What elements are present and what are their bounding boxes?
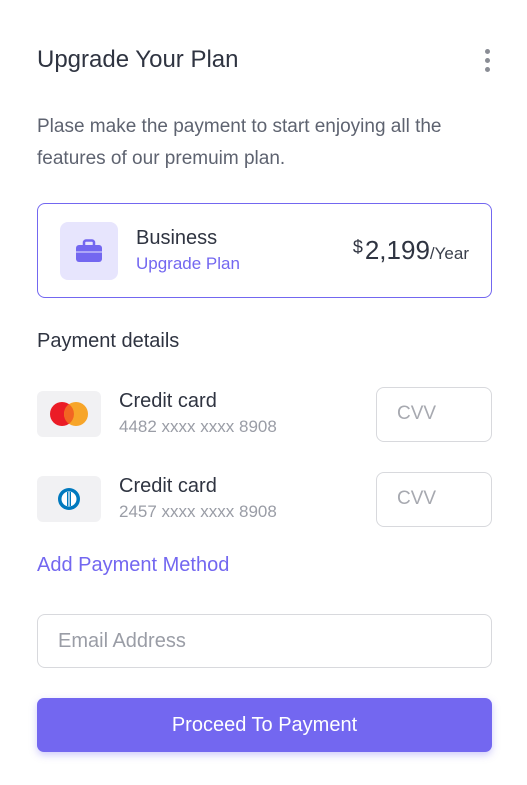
diners-club-icon — [37, 476, 101, 522]
payment-details-title: Payment details — [37, 330, 180, 352]
selected-plan-box: Business Upgrade Plan $ 2,199 /Year — [37, 203, 492, 298]
briefcase-icon — [60, 221, 118, 280]
proceed-to-payment-button[interactable]: Proceed To Payment — [37, 698, 492, 752]
upgrade-plan-card: Upgrade Your Plan Plase make the payment… — [0, 0, 527, 785]
payment-method-row[interactable]: Credit card 2457 xxxx xxxx 8908 — [37, 471, 492, 527]
cvv-input[interactable] — [376, 471, 492, 527]
upgrade-plan-link[interactable]: Upgrade Plan — [136, 251, 353, 277]
add-payment-method-link[interactable]: Add Payment Method — [37, 554, 229, 577]
more-vertical-icon[interactable] — [477, 44, 497, 76]
card-number: 2457 xxxx xxxx 8908 — [119, 502, 277, 521]
payment-method-info: Credit card 2457 xxxx xxxx 8908 — [119, 473, 376, 525]
payment-method-name: Credit card — [119, 390, 217, 412]
price-period: /Year — [429, 244, 469, 263]
plan-name: Business — [136, 226, 218, 249]
payment-method-row[interactable]: Credit card 4482 xxxx xxxx 8908 — [37, 386, 492, 442]
cvv-input[interactable] — [376, 386, 492, 442]
email-field[interactable] — [37, 614, 492, 668]
price-amount: 2,199 — [364, 235, 430, 265]
price-currency: $ — [352, 237, 363, 257]
plan-price: $ 2,199 /Year — [353, 235, 469, 266]
plan-description: Plase make the payment to start enjoying… — [37, 116, 442, 169]
payment-method-name: Credit card — [119, 475, 217, 497]
card-number: 4482 xxxx xxxx 8908 — [119, 417, 277, 436]
plan-info: Business Upgrade Plan — [136, 225, 353, 277]
page-title: Upgrade Your Plan — [37, 46, 239, 73]
mastercard-icon — [37, 391, 101, 437]
payment-method-info: Credit card 4482 xxxx xxxx 8908 — [119, 388, 376, 440]
card-header: Upgrade Your Plan — [37, 40, 490, 80]
